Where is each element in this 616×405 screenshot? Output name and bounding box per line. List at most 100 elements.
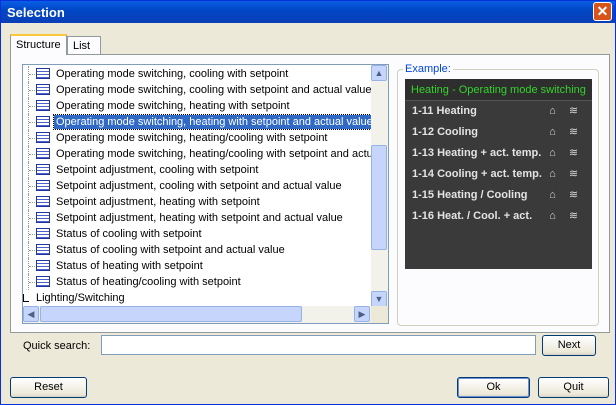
tree-item-label: Status of cooling with setpoint: [56, 228, 202, 240]
tree-item[interactable]: Operating mode switching, heating/coolin…: [23, 146, 371, 162]
function-block-icon: [36, 196, 50, 207]
house-icon: ⌂: [549, 126, 556, 138]
selection-dialog: Selection ✕ Structure List Operating mod…: [0, 0, 616, 405]
example-preview: Heating - Operating mode switching 1-11 …: [405, 79, 592, 269]
tree-item[interactable]: Status of heating/cooling with setpoint: [23, 274, 371, 290]
tree-item-label: Operating mode switching, heating/coolin…: [56, 132, 328, 144]
tree-horizontal-scrollbar[interactable]: ◀ ▶: [23, 306, 371, 323]
tree-item-label: Status of cooling with setpoint and actu…: [56, 244, 285, 256]
quit-button[interactable]: Quit: [538, 377, 609, 398]
function-block-icon: [36, 244, 50, 255]
preview-row: 1-15 Heating / Cooling ⌂ ≋: [405, 185, 592, 206]
preview-row-label: 1-12 Cooling: [412, 126, 479, 138]
function-block-icon: [36, 164, 50, 175]
next-button[interactable]: Next: [542, 335, 596, 356]
function-block-icon: [36, 84, 50, 95]
tree-item-label: Operating mode switching, cooling with s…: [56, 68, 289, 80]
tree-item-label: Setpoint adjustment, cooling with setpoi…: [56, 164, 259, 176]
window-title: Selection: [7, 5, 65, 20]
heat-wave-icon: ≋: [568, 147, 579, 159]
scroll-left-button[interactable]: ◀: [23, 306, 39, 322]
function-block-icon: [36, 148, 50, 159]
reset-button-label: Reset: [34, 381, 63, 393]
function-tree[interactable]: Operating mode switching, cooling with s…: [22, 64, 389, 324]
tree-group-lighting[interactable]: Lighting/Switching: [23, 290, 371, 306]
reset-button[interactable]: Reset: [10, 377, 87, 398]
heat-wave-icon: ≋: [568, 210, 579, 222]
scroll-down-button[interactable]: ▼: [371, 291, 387, 307]
tree-item[interactable]: Status of cooling with setpoint and actu…: [23, 242, 371, 258]
ok-button[interactable]: Ok: [457, 377, 530, 398]
house-icon: ⌂: [549, 105, 556, 117]
tree-item-label: Operating mode switching, cooling with s…: [56, 84, 371, 96]
preview-row-label: 1-13 Heating + act. temp.: [412, 147, 542, 159]
function-block-icon: [36, 212, 50, 223]
tree-item-selected[interactable]: Operating mode switching, heating with s…: [23, 114, 371, 130]
tree-item[interactable]: Setpoint adjustment, cooling with setpoi…: [23, 162, 371, 178]
tree-group-label: Lighting/Switching: [36, 292, 125, 304]
tree-item-label: Operating mode switching, heating with s…: [56, 100, 290, 112]
chevron-right-icon: ▶: [358, 309, 366, 319]
tree-item[interactable]: Operating mode switching, cooling with s…: [23, 66, 371, 82]
title-bar[interactable]: Selection ✕: [1, 1, 615, 23]
house-icon: ⌂: [549, 210, 556, 222]
preview-row: 1-12 Cooling ⌂ ≋: [405, 122, 592, 143]
preview-row-label: 1-11 Heating: [412, 105, 477, 117]
tree-item[interactable]: Setpoint adjustment, heating with setpoi…: [23, 210, 371, 226]
tree-branch-line-icon: [23, 294, 29, 302]
preview-row: 1-13 Heating + act. temp. ⌂ ≋: [405, 143, 592, 164]
preview-row-label: 1-16 Heat. / Cool. + act.: [412, 210, 533, 222]
tree-item[interactable]: Operating mode switching, heating with s…: [23, 98, 371, 114]
tree-rows: Operating mode switching, cooling with s…: [23, 65, 371, 307]
function-block-icon: [36, 116, 50, 127]
quick-search-input[interactable]: [101, 335, 536, 355]
ok-button-label: Ok: [486, 381, 501, 393]
horizontal-scroll-thumb[interactable]: [40, 306, 302, 322]
tree-item-label: Operating mode switching, heating/coolin…: [56, 148, 371, 160]
scrollbar-corner: [371, 306, 388, 323]
tree-item[interactable]: Status of heating with setpoint: [23, 258, 371, 274]
tab-list[interactable]: List: [67, 36, 101, 54]
house-icon: ⌂: [549, 189, 556, 201]
heat-wave-icon: ≋: [568, 126, 579, 138]
function-block-icon: [36, 228, 50, 239]
tree-vertical-scrollbar[interactable]: ▲ ▼: [371, 65, 388, 307]
close-icon: ✕: [596, 3, 609, 19]
preview-row-label: 1-15 Heating / Cooling: [412, 189, 528, 201]
heat-wave-icon: ≋: [568, 168, 579, 180]
tree-item[interactable]: Operating mode switching, cooling with s…: [23, 82, 371, 98]
tree-item-label: Setpoint adjustment, heating with setpoi…: [56, 196, 260, 208]
function-block-icon: [36, 260, 50, 271]
house-icon: ⌂: [549, 168, 556, 180]
function-block-icon: [36, 100, 50, 111]
preview-row: 1-16 Heat. / Cool. + act. ⌂ ≋: [405, 206, 592, 227]
tree-item-label: Setpoint adjustment, heating with setpoi…: [56, 212, 343, 224]
tree-item[interactable]: Status of cooling with setpoint: [23, 226, 371, 242]
tab-structure[interactable]: Structure: [10, 34, 67, 55]
function-block-icon: [36, 276, 50, 287]
close-button[interactable]: ✕: [593, 2, 612, 21]
function-block-icon: [36, 180, 50, 191]
tree-item-label: Status of heating/cooling with setpoint: [56, 276, 241, 288]
tree-item-label: Operating mode switching, heating with s…: [53, 114, 371, 130]
preview-row-label: 1-14 Cooling + act. temp.: [412, 168, 542, 180]
heat-wave-icon: ≋: [568, 189, 579, 201]
scroll-right-button[interactable]: ▶: [354, 306, 370, 322]
chevron-up-icon: ▲: [374, 68, 384, 78]
function-block-icon: [36, 132, 50, 143]
scroll-up-button[interactable]: ▲: [371, 65, 387, 81]
preview-row: 1-14 Cooling + act. temp. ⌂ ≋: [405, 164, 592, 185]
heat-wave-icon: ≋: [568, 105, 579, 117]
tree-item-label: Setpoint adjustment, cooling with setpoi…: [56, 180, 342, 192]
function-block-icon: [36, 68, 50, 79]
tab-list-label: List: [73, 40, 91, 52]
tree-item[interactable]: Operating mode switching, heating/coolin…: [23, 130, 371, 146]
preview-row: 1-11 Heating ⌂ ≋: [405, 101, 592, 122]
tab-structure-label: Structure: [16, 39, 61, 51]
tree-item[interactable]: Setpoint adjustment, cooling with setpoi…: [23, 178, 371, 194]
preview-header: Heating - Operating mode switching: [405, 79, 592, 101]
chevron-left-icon: ◀: [27, 309, 35, 319]
tree-item[interactable]: Setpoint adjustment, heating with setpoi…: [23, 194, 371, 210]
house-icon: ⌂: [549, 147, 556, 159]
vertical-scroll-thumb[interactable]: [371, 145, 387, 250]
